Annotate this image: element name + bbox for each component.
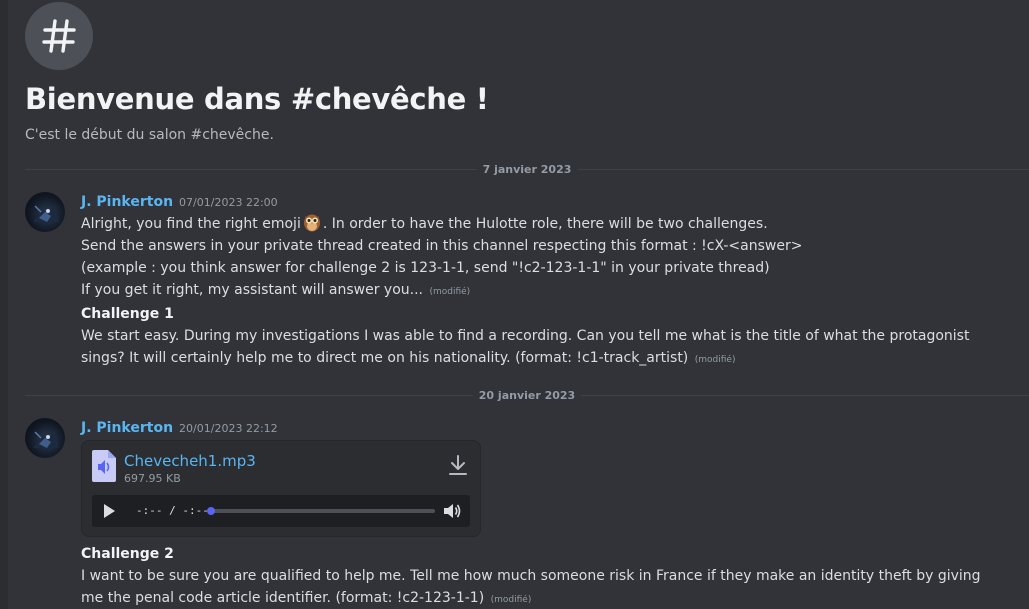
message-line: We start easy. During my investigations … bbox=[81, 325, 1001, 371]
date-divider: 20 janvier 2023 bbox=[25, 387, 1029, 405]
date-divider-label: 7 janvier 2023 bbox=[476, 162, 578, 177]
message-line: (example : you think answer for challeng… bbox=[81, 260, 770, 276]
message-content: Challenge 2 I want to be sure you are qu… bbox=[81, 543, 1001, 609]
message-line: Send the answers in your private thread … bbox=[81, 238, 803, 254]
author-name[interactable]: J. Pinkerton bbox=[81, 194, 173, 210]
message-timestamp: 07/01/2023 22:00 bbox=[179, 196, 278, 209]
message-line: I want to be sure you are qualified to h… bbox=[81, 565, 1001, 609]
challenge-text: We start easy. During my investigations … bbox=[81, 328, 970, 366]
date-divider-label: 20 janvier 2023 bbox=[472, 388, 582, 403]
download-icon[interactable] bbox=[446, 453, 470, 477]
message-header: J. Pinkerton 07/01/2023 22:00 bbox=[81, 191, 278, 213]
progress-bar[interactable] bbox=[207, 507, 435, 515]
file-name-link[interactable]: Chevecheh1.mp3 bbox=[124, 451, 256, 471]
owl-emoji-icon bbox=[303, 214, 320, 232]
author-name[interactable]: J. Pinkerton bbox=[81, 420, 173, 436]
hashtag-icon bbox=[25, 2, 93, 70]
progress-knob[interactable] bbox=[207, 507, 215, 515]
file-size: 697.95 KB bbox=[124, 472, 181, 485]
edited-tag: (modifié) bbox=[694, 355, 736, 365]
message-text: . In order to have the Hulotte role, the… bbox=[322, 216, 768, 232]
message-content: Alright, you find the right emoji . In o… bbox=[81, 212, 1001, 371]
welcome-title: Bienvenue dans #chevêche ! bbox=[25, 82, 489, 116]
edited-tag: (modifié) bbox=[490, 595, 532, 605]
avatar-image bbox=[33, 204, 59, 222]
avatar[interactable] bbox=[25, 192, 65, 232]
challenge-title: Challenge 1 bbox=[81, 306, 174, 322]
audio-player: -:-- / -:-- bbox=[92, 495, 470, 527]
avatar[interactable] bbox=[25, 418, 65, 458]
message-timestamp: 20/01/2023 22:12 bbox=[179, 422, 278, 435]
edited-tag: (modifié) bbox=[429, 287, 471, 297]
player-time: -:-- / -:-- bbox=[136, 504, 209, 517]
message-text: If you get it right, my assistant will a… bbox=[81, 282, 424, 298]
welcome-subtitle: C'est le début du salon #chevêche. bbox=[25, 127, 274, 143]
message-line: If you get it right, my assistant will a… bbox=[81, 279, 1001, 303]
volume-icon[interactable] bbox=[442, 501, 462, 521]
challenge-title: Challenge 2 bbox=[81, 546, 174, 562]
hashtag-glyph bbox=[42, 19, 76, 53]
message-header: J. Pinkerton 20/01/2023 22:12 bbox=[81, 417, 278, 439]
channel-sidebar-edge bbox=[0, 0, 8, 609]
play-icon[interactable] bbox=[100, 502, 118, 520]
message-text: Alright, you find the right emoji bbox=[81, 216, 301, 232]
chat-view: Bienvenue dans #chevêche ! C'est le débu… bbox=[0, 0, 1029, 609]
audio-attachment: Chevecheh1.mp3 697.95 KB -:-- / -:-- bbox=[81, 440, 481, 537]
audio-file-icon bbox=[92, 450, 116, 482]
message-line: Alright, you find the right emoji . In o… bbox=[81, 212, 1001, 235]
avatar-image bbox=[33, 430, 59, 448]
date-divider: 7 janvier 2023 bbox=[25, 161, 1029, 179]
